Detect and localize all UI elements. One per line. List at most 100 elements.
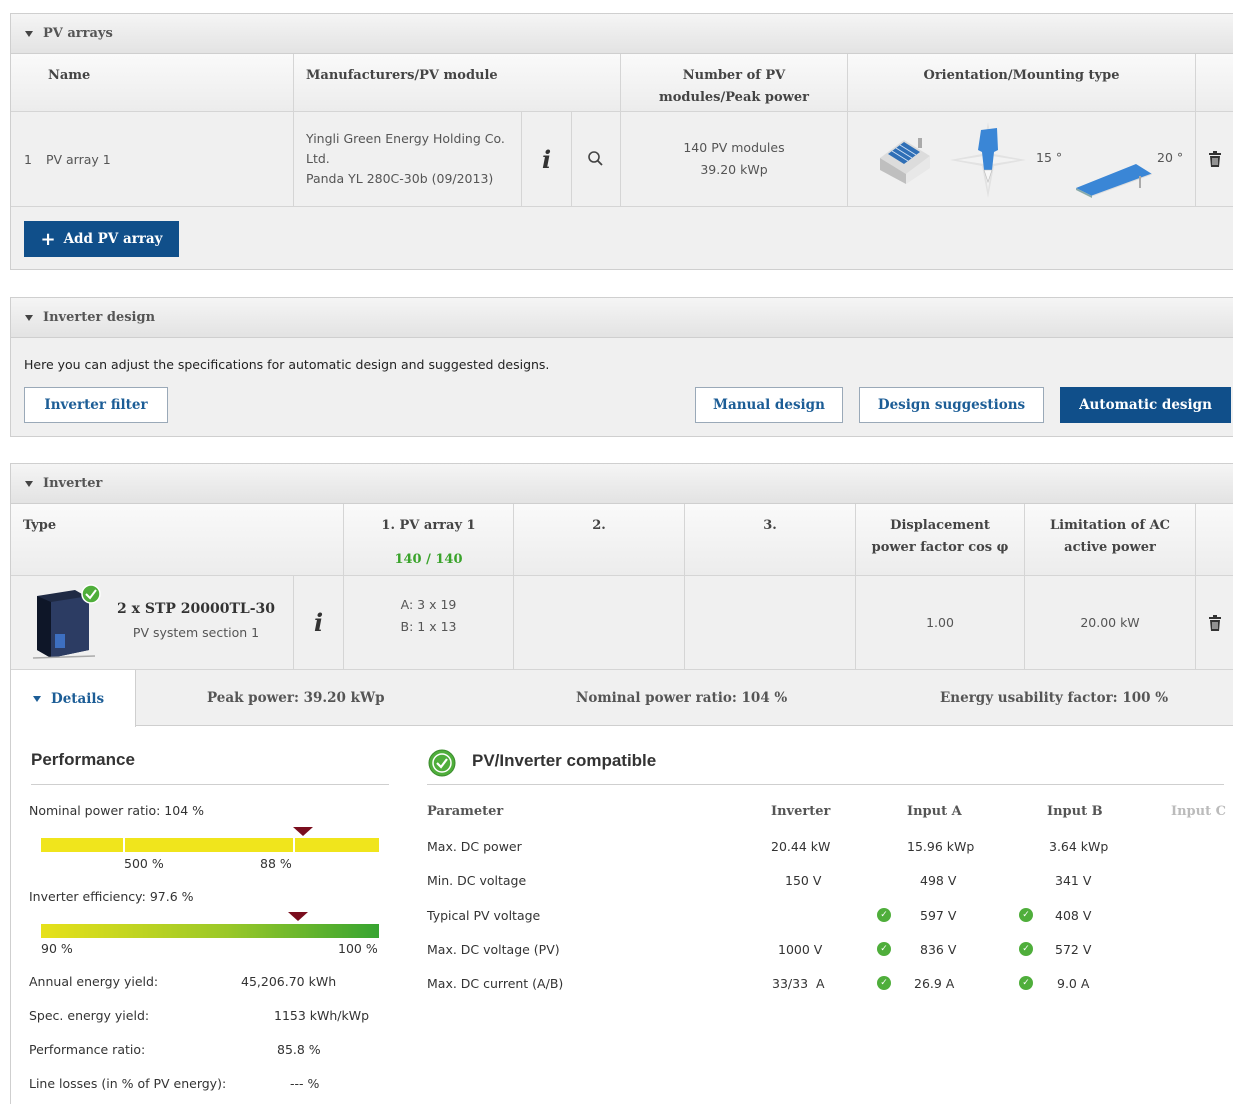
- module-search-button[interactable]: [572, 112, 621, 206]
- compat-input-a: 26.9 A: [914, 976, 955, 991]
- stat-value: --- %: [290, 1076, 320, 1091]
- collapse-caret-icon[interactable]: [25, 314, 33, 321]
- compatible-check-icon: [428, 749, 456, 777]
- pv-arrays-panel: PV arrays Name Manufacturers/PV module N…: [10, 13, 1233, 270]
- pv-array-name: PV array 1: [45, 151, 111, 167]
- cos-phi-value[interactable]: 1.00: [856, 576, 1025, 669]
- inverter-row[interactable]: 2 x STP 20000TL-30 PV system section 1 i…: [11, 576, 1233, 670]
- design-suggestions-button[interactable]: Design suggestions: [859, 387, 1044, 423]
- col-number: Number of PV modules/Peak power: [621, 54, 848, 111]
- compat-input-a: 498 V: [920, 873, 957, 888]
- house-roof-icon: [880, 138, 930, 184]
- compat-header-inverter: Inverter: [771, 804, 831, 819]
- compat-input-b: 9.0 A: [1057, 976, 1090, 991]
- col-module: Manufacturers/PV module: [294, 54, 621, 111]
- performance-title: Performance: [31, 750, 135, 769]
- manual-design-button[interactable]: Manual design: [695, 387, 843, 423]
- azimuth-value: 15 °: [1036, 150, 1063, 165]
- inverter-design-panel: Inverter design Here you can adjust the …: [10, 297, 1233, 437]
- add-pv-array-label: Add PV array: [63, 231, 163, 247]
- col-type: Type: [11, 504, 344, 575]
- compat-header-input-b: Input B: [1047, 804, 1103, 819]
- collapse-caret-icon[interactable]: [25, 480, 33, 487]
- stat-value: 85.8 %: [277, 1042, 321, 1057]
- inverter-efficiency-bar: [41, 924, 379, 938]
- inverter-header[interactable]: Inverter: [11, 464, 1233, 504]
- col-name: Name: [11, 54, 294, 111]
- pv-array-row[interactable]: 1 PV array 1 Yingli Green Energy Holding…: [11, 112, 1233, 207]
- info-icon: i: [313, 608, 324, 637]
- delete-inverter-button[interactable]: [1196, 576, 1233, 669]
- compat-header-parameter: Parameter: [427, 804, 504, 819]
- compat-header-input-a: Input A: [907, 804, 962, 819]
- pv-array-name-cell: 1 PV array 1: [11, 112, 294, 206]
- stat-value: 1153 kWh/kWp: [274, 1008, 370, 1023]
- col-3: 3.: [685, 504, 856, 575]
- efficiency-marker: [287, 912, 308, 921]
- nominal-ratio-summary: Nominal power ratio: 104 %: [576, 690, 788, 706]
- usability-summary: Energy usability factor: 100 %: [940, 690, 1169, 706]
- pv-arrays-table-header: Name Manufacturers/PV module Number of P…: [11, 54, 1233, 112]
- nominal-ratio-bar: [41, 838, 379, 852]
- inverter-design-header[interactable]: Inverter design: [11, 298, 1233, 338]
- stat-label: Performance ratio:: [29, 1042, 146, 1057]
- compat-input-b: 572 V: [1055, 942, 1092, 957]
- automatic-design-button[interactable]: Automatic design: [1060, 387, 1231, 423]
- details-tab-label: Details: [51, 690, 105, 707]
- plus-icon: +: [40, 228, 56, 250]
- delete-pv-array-button[interactable]: [1196, 112, 1233, 206]
- module-manufacturer: Yingli Green Energy Holding Co. Ltd.: [306, 131, 505, 166]
- inverter-info-button[interactable]: i: [294, 576, 344, 669]
- efficiency-max: 100 %: [338, 941, 378, 956]
- col-pv-array-1: 1. PV array 1 140 / 140: [344, 504, 514, 575]
- check-icon: ✓: [1019, 942, 1033, 956]
- stat-label: Spec. energy yield:: [29, 1008, 150, 1023]
- check-icon: ✓: [877, 908, 891, 922]
- inverter-filter-button[interactable]: Inverter filter: [24, 387, 168, 423]
- module-name: Panda YL 280C-30b (09/2013): [306, 171, 494, 186]
- stat-value: 45,206.70 kWh: [241, 974, 337, 989]
- pv-arrays-title: PV arrays: [43, 26, 113, 41]
- pv-array-1-count: 140 / 140: [394, 552, 463, 567]
- col-3-cell: [685, 576, 856, 669]
- col-2-cell: [514, 576, 685, 669]
- nominal-ratio-label: Nominal power ratio: 104 %: [29, 803, 204, 818]
- compat-param: Typical PV voltage: [427, 908, 541, 923]
- orientation-cell[interactable]: 15 ° 20 °: [848, 112, 1196, 206]
- inverter-design-title: Inverter design: [43, 310, 156, 325]
- compat-input-b: 3.64 kWp: [1049, 839, 1109, 854]
- module-info-button[interactable]: i: [522, 112, 572, 206]
- check-icon: ✓: [1019, 908, 1033, 922]
- add-pv-array-button[interactable]: + Add PV array: [24, 221, 179, 257]
- trash-icon: [1209, 614, 1221, 631]
- modules-count: 140 PV modules: [683, 140, 785, 155]
- pv-arrays-header[interactable]: PV arrays: [11, 14, 1233, 54]
- input-b-config: B: 1 x 13: [400, 619, 457, 634]
- inverter-panel: Inverter Type 1. PV array 1 140 / 140 2.…: [10, 463, 1233, 1104]
- nominal-ratio-marker: [292, 827, 313, 836]
- inverter-inputs-cell: A: 3 x 19 B: 1 x 13: [344, 576, 514, 669]
- inverter-table-header: Type 1. PV array 1 140 / 140 2. 3. Displ…: [11, 504, 1233, 576]
- ac-power-value[interactable]: 20.00 kW: [1025, 576, 1196, 669]
- pv-module-cell: Yingli Green Energy Holding Co. Ltd. Pan…: [294, 112, 522, 206]
- compat-param: Min. DC voltage: [427, 873, 527, 888]
- compass-azimuth-icon: [950, 122, 1026, 198]
- pv-array-1-header: 1. PV array 1: [381, 518, 476, 533]
- tilt-panel-icon: [1076, 164, 1153, 198]
- peak-power: 39.20 kWp: [700, 162, 768, 177]
- details-strip: Details Peak power: 39.20 kWp Nominal po…: [11, 670, 1233, 727]
- compat-inverter: 1000 V: [778, 942, 823, 957]
- compat-param: Max. DC current (A/B): [427, 976, 564, 991]
- pv-number-cell: 140 PV modules 39.20 kWp: [621, 112, 848, 206]
- details-tab[interactable]: Details: [11, 670, 136, 727]
- collapse-caret-icon[interactable]: [25, 30, 33, 37]
- pv-array-index: 1: [24, 151, 32, 167]
- col-limitation: Limitation of AC active power: [1025, 504, 1196, 575]
- info-icon: i: [541, 144, 552, 174]
- check-icon: ✓: [877, 976, 891, 990]
- inverter-design-description: Here you can adjust the specifications f…: [24, 357, 550, 372]
- details-caret-icon: [33, 695, 41, 702]
- efficiency-min: 90 %: [41, 941, 73, 956]
- search-icon: [588, 151, 603, 166]
- peak-power-summary: Peak power: 39.20 kWp: [207, 690, 385, 706]
